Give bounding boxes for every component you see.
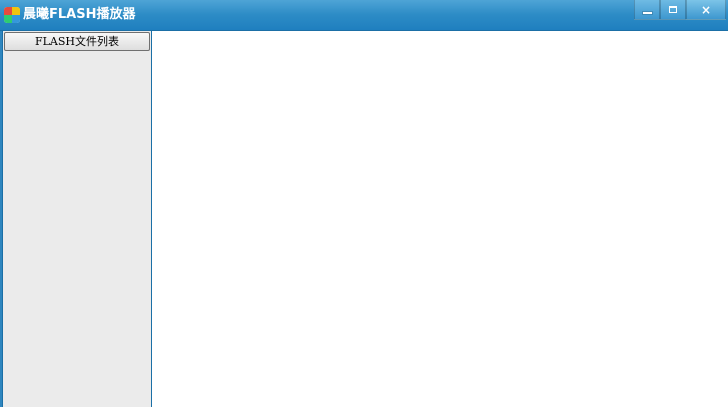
file-list-header[interactable]: FLASH文件列表 [4, 32, 150, 51]
minimize-button[interactable] [634, 0, 660, 20]
file-list-panel[interactable]: FLASH文件列表 [2, 31, 152, 407]
maximize-icon [669, 6, 677, 13]
close-icon: × [700, 2, 712, 17]
title-bar[interactable]: 晨曦FLASH播放器 × [0, 0, 728, 31]
app-window: 晨曦FLASH播放器 × FLASH文件列表 [0, 0, 728, 407]
maximize-button[interactable] [660, 0, 686, 20]
app-icon [4, 7, 20, 23]
close-button[interactable]: × [686, 0, 726, 20]
flash-player-area[interactable] [152, 31, 728, 407]
window-title: 晨曦FLASH播放器 [23, 7, 136, 22]
minimize-icon [642, 11, 652, 14]
